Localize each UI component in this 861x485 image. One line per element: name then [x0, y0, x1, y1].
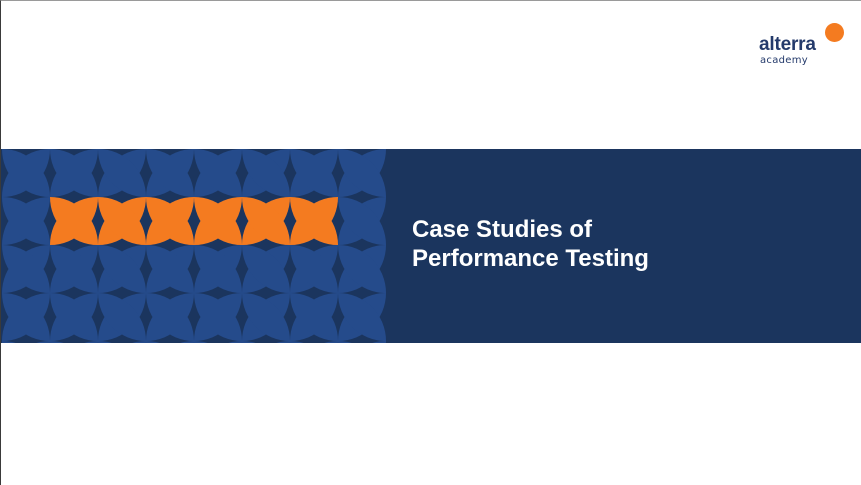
- title-line-1: Case Studies of: [412, 216, 593, 243]
- slide-title: Case Studies of Performance Testing: [412, 215, 649, 273]
- logo-subtitle: academy: [760, 55, 809, 66]
- title-banner: Case Studies of Performance Testing: [1, 149, 861, 343]
- slide: alterra academy Case Studies of Performa…: [0, 0, 861, 485]
- title-line-2: Performance Testing: [412, 245, 649, 272]
- logo-wordmark: alterra: [759, 34, 816, 55]
- alterra-academy-logo: alterra academy: [759, 23, 851, 71]
- logo-dot-icon: [825, 23, 844, 42]
